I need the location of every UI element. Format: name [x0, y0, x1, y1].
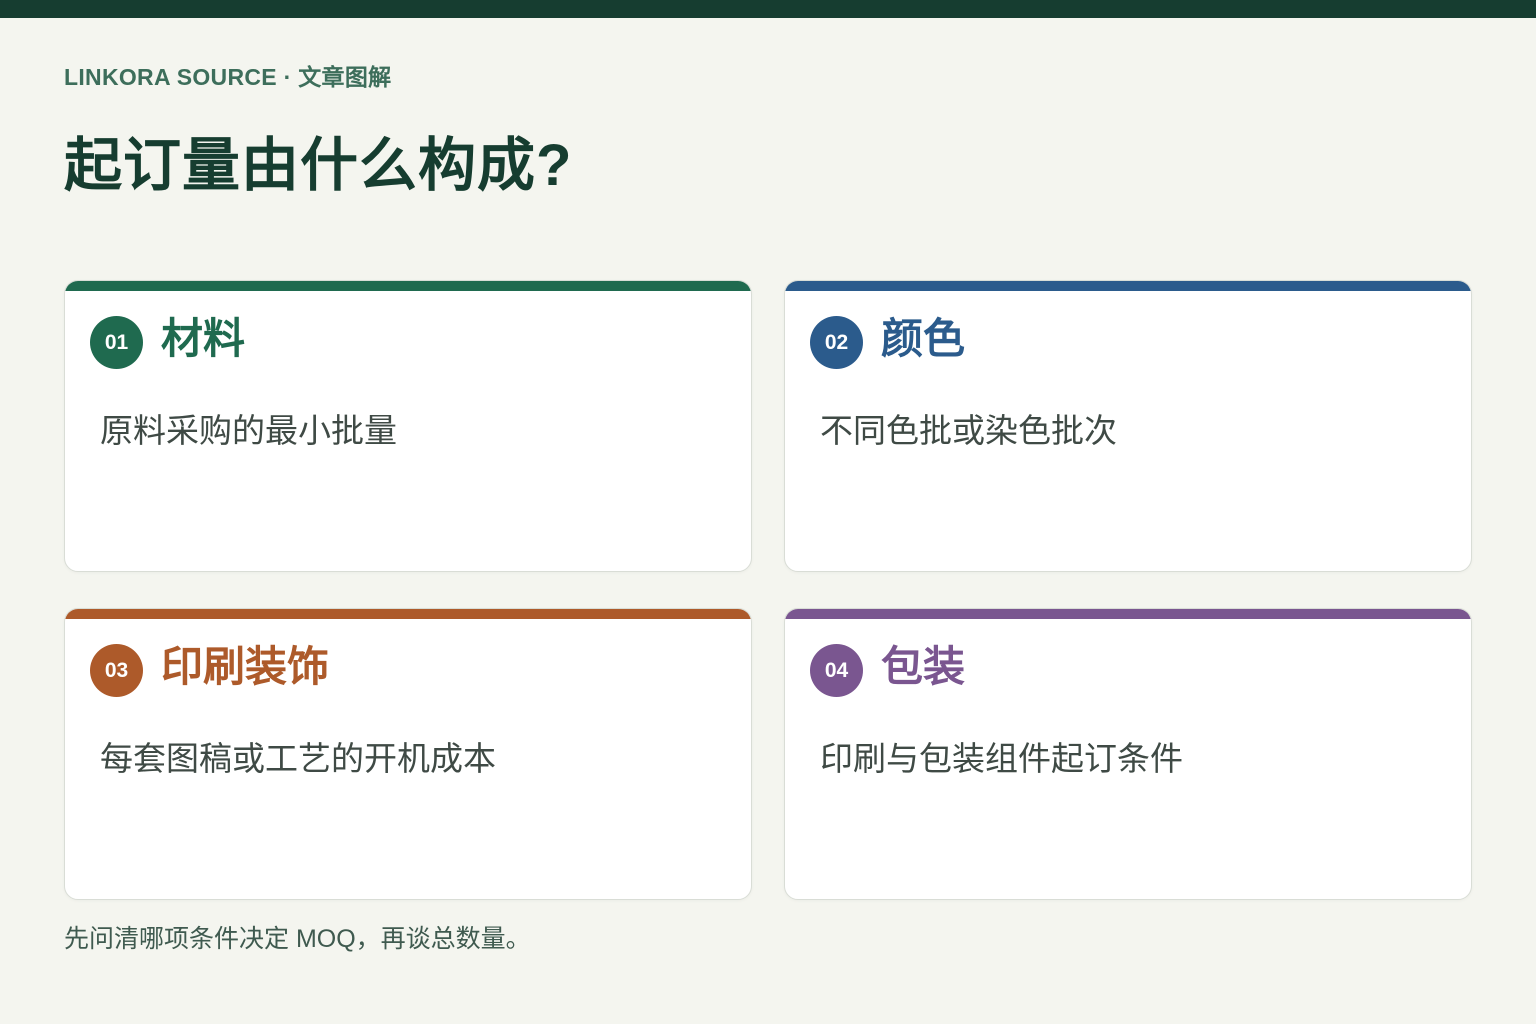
card-title: 印刷装饰	[161, 643, 330, 690]
card-accent-bar	[785, 609, 1471, 619]
page-title: 起订量由什么构成?	[64, 133, 573, 198]
card-colors: 02 颜色 不同色批或染色批次	[784, 280, 1472, 572]
card-accent-bar	[65, 281, 751, 291]
card-description: 印刷与包装组件起订条件	[820, 740, 1183, 777]
footnote: 先问清哪项条件决定 MOQ，再谈总数量。	[64, 925, 531, 953]
card-description: 每套图稿或工艺的开机成本	[100, 740, 496, 777]
card-description: 原料采购的最小批量	[100, 412, 397, 449]
card-printing: 03 印刷装饰 每套图稿或工艺的开机成本	[64, 608, 752, 900]
eyebrow-label: LINKORA SOURCE · 文章图解	[64, 64, 392, 90]
card-title: 材料	[161, 315, 246, 362]
card-accent-bar	[65, 609, 751, 619]
card-number-badge: 04	[810, 644, 863, 697]
card-packaging: 04 包装 印刷与包装组件起订条件	[784, 608, 1472, 900]
card-number-badge: 02	[810, 316, 863, 369]
card-number-badge: 03	[90, 644, 143, 697]
card-accent-bar	[785, 281, 1471, 291]
card-title: 包装	[881, 643, 966, 690]
card-materials: 01 材料 原料采购的最小批量	[64, 280, 752, 572]
card-description: 不同色批或染色批次	[820, 412, 1117, 449]
card-title: 颜色	[881, 315, 966, 362]
card-number-badge: 01	[90, 316, 143, 369]
top-accent-bar	[0, 0, 1536, 18]
